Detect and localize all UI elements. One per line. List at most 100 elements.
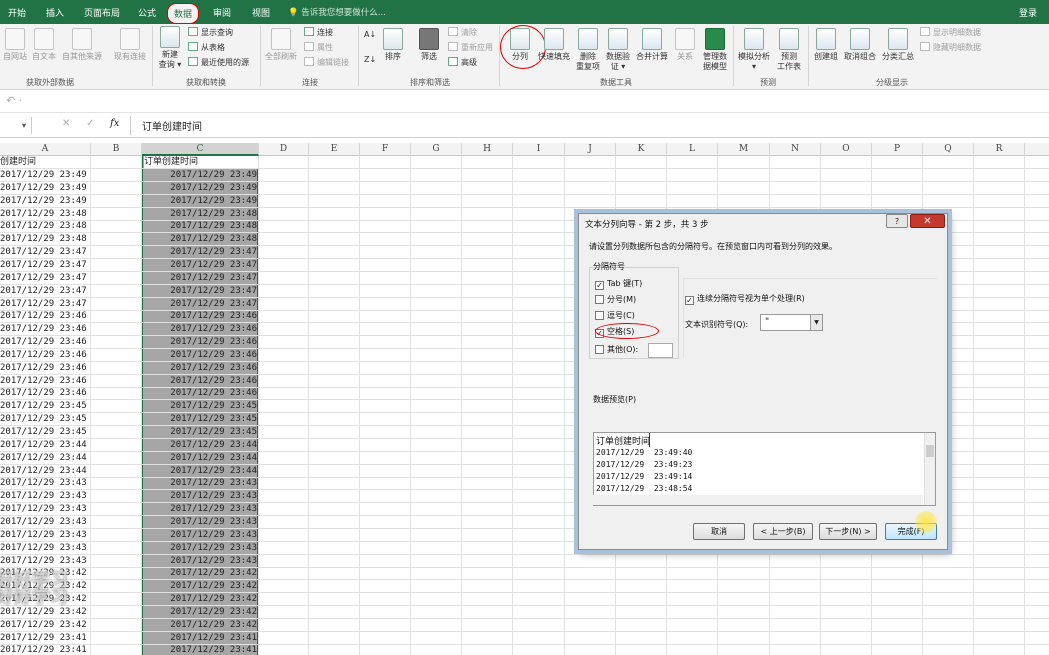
tab-home[interactable]: 开始 [8,6,26,19]
insert-function-icon[interactable]: fx [110,118,119,129]
cell-a[interactable]: 创建时间 [0,156,36,168]
cell-a[interactable]: 2017/12/29 23:45 [0,400,87,412]
cell-a[interactable]: 2017/12/29 23:47 [0,298,87,310]
edit-links-button[interactable]: 编辑链接 [304,57,349,69]
cell-c[interactable]: 2017/12/29 23:46 [170,323,257,335]
from-web-button[interactable]: 自网站 [2,28,28,62]
column-header-f[interactable]: F [360,143,411,156]
column-header-r[interactable]: R [974,143,1025,156]
column-header-l[interactable]: L [667,143,718,156]
cell-a[interactable]: 2017/12/29 23:48 [0,220,87,232]
group-rows-button[interactable]: 创建组 [812,28,840,62]
cell-c[interactable]: 2017/12/29 23:49 [170,182,257,194]
tab-view[interactable]: 视图 [252,6,270,19]
cell-c[interactable]: 2017/12/29 23:46 [170,349,257,361]
preview-vertical-scrollbar[interactable] [924,433,935,505]
from-text-button[interactable]: 自文本 [30,28,58,62]
cell-c[interactable]: 2017/12/29 23:44 [170,452,257,464]
tab-page-layout[interactable]: 页面布局 [84,6,120,19]
cell-c[interactable]: 2017/12/29 23:41 [170,632,257,644]
column-header-d[interactable]: D [259,143,309,156]
cell-c[interactable]: 2017/12/29 23:47 [170,259,257,271]
sort-button[interactable]: 排序 [380,28,406,62]
column-header-c[interactable]: C [142,143,259,156]
column-header-a[interactable]: A [0,143,91,156]
cell-c[interactable]: 2017/12/29 23:42 [170,567,257,579]
semicolon-checkbox[interactable]: 分号(M) [595,294,636,305]
cell-a[interactable]: 2017/12/29 23:46 [0,362,87,374]
cell-a[interactable]: 2017/12/29 23:41 [0,632,87,644]
cell-a[interactable]: 2017/12/29 23:47 [0,259,87,271]
recent-sources-button[interactable]: 最近使用的源 [188,57,249,69]
column-header-e[interactable]: E [309,143,360,156]
dropdown-arrow-icon[interactable]: ▼ [810,315,822,330]
column-header-n[interactable]: N [770,143,821,156]
consolidate-button[interactable]: 合并计算 [634,28,670,62]
back-button[interactable]: < 上一步(B) [753,523,813,540]
sort-za-button[interactable]: Z↓ [364,54,376,66]
cell-c[interactable]: 2017/12/29 23:48 [170,208,257,220]
cell-c[interactable]: 2017/12/29 23:42 [170,593,257,605]
cell-a[interactable]: 2017/12/29 23:43 [0,529,87,541]
cell-a[interactable]: 2017/12/29 23:43 [0,542,87,554]
cell-a[interactable]: 2017/12/29 23:48 [0,208,87,220]
cell-a[interactable]: 2017/12/29 23:47 [0,246,87,258]
cell-c[interactable]: 2017/12/29 23:45 [170,426,257,438]
cell-a[interactable]: 2017/12/29 23:47 [0,285,87,297]
cell-c[interactable]: 2017/12/29 23:42 [170,606,257,618]
cell-a[interactable]: 2017/12/29 23:43 [0,555,87,567]
properties-button[interactable]: 属性 [304,42,333,54]
cell-c[interactable]: 2017/12/29 23:42 [170,619,257,631]
cell-a[interactable]: 2017/12/29 23:42 [0,619,87,631]
consecutive-checkbox-box[interactable]: ✓ [685,296,694,305]
relationships-button[interactable]: 关系 [672,28,698,62]
cell-a[interactable]: 2017/12/29 23:46 [0,375,87,387]
cell-c[interactable]: 2017/12/29 23:45 [170,413,257,425]
consecutive-delimiters-checkbox[interactable]: ✓ 连续分隔符号视为单个处理(R) [685,293,805,305]
help-button[interactable]: ? [886,214,908,228]
cell-c[interactable]: 2017/12/29 23:41 [170,644,257,655]
column-header-k[interactable]: K [616,143,667,156]
comma-checkbox[interactable]: 逗号(C) [595,310,635,321]
cancel-formula-icon[interactable]: ✕ [62,118,70,129]
cell-c[interactable]: 2017/12/29 23:45 [170,400,257,412]
advanced-filter-button[interactable]: 高级 [448,57,477,69]
filter-button[interactable]: 筛选 [416,28,442,62]
cell-a[interactable]: 2017/12/29 23:44 [0,452,87,464]
cell-c[interactable]: 2017/12/29 23:43 [170,503,257,515]
preview-horizontal-scrollbar[interactable] [593,495,923,505]
manage-data-model-button[interactable]: 管理数 据模型 [700,28,730,72]
other-sources-button[interactable]: 自其他来源 [60,28,104,62]
show-queries-button[interactable]: 显示查询 [188,27,233,39]
cell-c[interactable]: 2017/12/29 23:43 [170,516,257,528]
cell-c[interactable]: 2017/12/29 23:44 [170,465,257,477]
tab-formulas[interactable]: 公式 [138,6,156,19]
hide-detail-button[interactable]: 隐藏明细数据 [920,42,981,54]
cell-a[interactable]: 2017/12/29 23:49 [0,195,87,207]
remove-duplicates-button[interactable]: 删除 重复项 [574,28,602,72]
tab-checkbox[interactable]: ✓ Tab 键(T) [595,278,642,290]
tab-data[interactable]: 数据 [167,3,200,24]
show-detail-button[interactable]: 显示明细数据 [920,27,981,39]
cell-a[interactable]: 2017/12/29 23:41 [0,644,87,655]
cell-a[interactable]: 2017/12/29 23:46 [0,336,87,348]
forecast-sheet-button[interactable]: 预测 工作表 [774,28,804,72]
cell-c[interactable]: 2017/12/29 23:43 [170,529,257,541]
cell-a[interactable]: 2017/12/29 23:43 [0,477,87,489]
cell-c[interactable]: 2017/12/29 23:48 [170,233,257,245]
cell-a[interactable]: 2017/12/29 23:46 [0,349,87,361]
cell-c[interactable]: 2017/12/29 23:46 [170,336,257,348]
subtotal-button[interactable]: 分类汇总 [880,28,916,62]
next-button[interactable]: 下一步(N) > [819,523,877,540]
tab-review[interactable]: 审阅 [213,6,231,19]
cell-a[interactable]: 2017/12/29 23:45 [0,413,87,425]
ungroup-button[interactable]: 取消组合 [842,28,878,62]
close-button[interactable]: ✕ [910,214,945,228]
cell-a[interactable]: 2017/12/29 23:49 [0,182,87,194]
cell-c[interactable]: 2017/12/29 23:49 [170,195,257,207]
column-header-q[interactable]: Q [923,143,974,156]
column-header-m[interactable]: M [718,143,770,156]
tell-me-search[interactable]: 💡 告诉我您想要做什么... [288,6,386,18]
cell-c[interactable]: 2017/12/29 23:47 [170,298,257,310]
column-header-h[interactable]: H [462,143,513,156]
